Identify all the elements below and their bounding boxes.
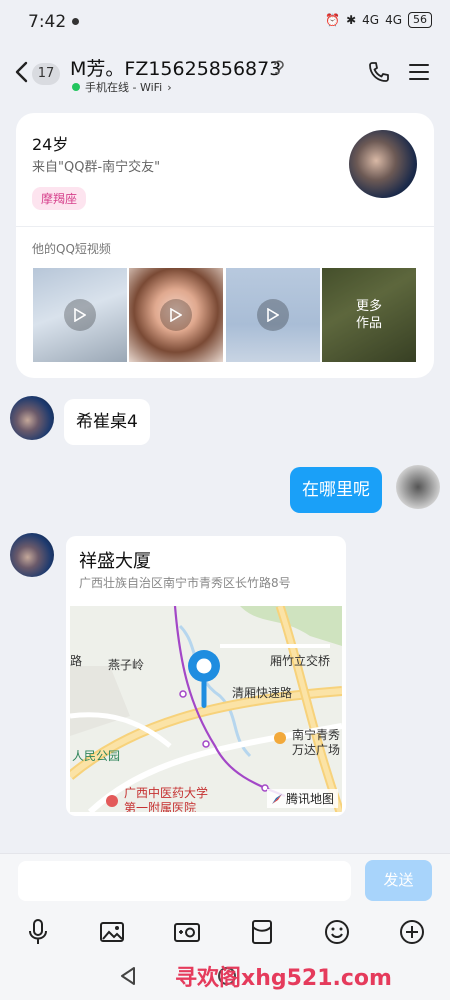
play-icon (160, 299, 192, 331)
microphone-icon[interactable] (20, 915, 56, 949)
battery-icon: 56 (408, 12, 432, 28)
watermark: 寻欢阁xhg521.com (175, 966, 392, 991)
online-dot-icon (72, 83, 80, 91)
signal-label-2: 4G (385, 13, 402, 27)
location-title: 祥盛大厦 (79, 551, 151, 572)
message-bubble-incoming[interactable]: 希崔桌4 (64, 399, 150, 445)
video-thumbnail[interactable] (129, 268, 223, 362)
bluetooth-icon: ✱ (346, 13, 357, 27)
contact-avatar[interactable] (10, 533, 54, 577)
contact-name[interactable]: M芳。FZ15625856873 (70, 54, 281, 81)
chat-toolbar (0, 915, 450, 955)
more-videos[interactable]: 更多 作品 (322, 268, 416, 362)
send-button[interactable]: 发送 (365, 860, 432, 901)
back-arrow-icon[interactable] (12, 60, 32, 84)
system-nav-bar: 寻欢阁xhg521.com (0, 955, 450, 1000)
nav-back-icon[interactable] (119, 966, 137, 986)
map-label: 人民公园 (72, 749, 121, 763)
message-input[interactable] (18, 861, 351, 901)
location-pin-icon (188, 650, 220, 708)
zodiac-tag: 摩羯座 (32, 187, 87, 210)
location-card[interactable]: 祥盛大厦 广西壮族自治区南宁市青秀区长竹路8号 路 燕子岭 厢竹立交桥 清厢快速… (66, 536, 346, 816)
online-status[interactable]: 手机在线 - WiFi › (72, 79, 172, 95)
camera-icon[interactable] (169, 915, 205, 949)
my-avatar[interactable] (396, 465, 440, 509)
map-label: 燕子岭 (108, 658, 145, 672)
map-label: 第一附属医院 (124, 801, 197, 812)
alarm-icon: ⏰ (325, 13, 341, 27)
image-icon[interactable] (94, 915, 130, 949)
more-works-overlay: 更多 作品 (322, 268, 416, 362)
play-icon (64, 299, 96, 331)
map-label: 厢竹立交桥 (270, 654, 331, 668)
message-bubble-outgoing[interactable]: 在哪里呢 (290, 467, 382, 513)
chat-header: 17 M芳。FZ15625856873 手机在线 - WiFi › (0, 44, 450, 102)
status-bar: 7:42 ⏰ ✱ 4G 4G 56 (0, 0, 450, 44)
notification-dot-icon (72, 18, 79, 25)
map-label: 路 (70, 654, 83, 668)
profile-card[interactable]: 24岁 来自"QQ群-南宁交友" 摩羯座 他的QQ短视频 更多 作品 (16, 113, 434, 378)
map-label: 万达广场 (292, 743, 341, 757)
emoji-icon[interactable] (319, 915, 355, 949)
location-address: 广西壮族自治区南宁市青秀区长竹路8号 (79, 576, 291, 590)
divider (16, 226, 434, 227)
menu-icon[interactable] (408, 62, 430, 82)
red-packet-icon[interactable] (244, 915, 280, 949)
contact-avatar[interactable] (10, 396, 54, 440)
unread-badge[interactable]: 17 (32, 63, 60, 85)
phone-icon[interactable] (367, 60, 391, 84)
play-icon (257, 299, 289, 331)
map-label: 清厢快速路 (232, 686, 293, 700)
ear-icon[interactable] (272, 58, 286, 76)
status-icons: ⏰ ✱ 4G 4G 56 (325, 12, 432, 28)
mall-icon (274, 732, 286, 744)
chevron-right-icon: › (167, 80, 172, 94)
compass-icon (271, 793, 282, 804)
map-brand: 腾讯地图 (266, 789, 338, 808)
more-works-line2: 作品 (355, 316, 382, 331)
video-thumbnail[interactable] (33, 268, 127, 362)
profile-source: 来自"QQ群-南宁交友" (32, 160, 161, 175)
map-brand-label: 腾讯地图 (285, 792, 334, 806)
signal-label-1: 4G (362, 13, 380, 27)
plus-icon[interactable] (394, 915, 430, 949)
online-status-text: 手机在线 - WiFi (85, 81, 163, 94)
video-thumbnail[interactable] (226, 268, 320, 362)
status-time: 7:42 (28, 12, 67, 32)
hospital-icon (106, 795, 118, 807)
short-videos-label: 他的QQ短视频 (32, 242, 111, 256)
profile-avatar[interactable] (349, 130, 417, 198)
map-view[interactable]: 路 燕子岭 厢竹立交桥 清厢快速路 人民公园 南宁青秀 万达广场 广西中医药大学… (70, 606, 342, 812)
more-works-line1: 更多 (355, 299, 382, 314)
input-bar: 发送 (0, 853, 450, 916)
profile-age: 24岁 (32, 135, 69, 154)
